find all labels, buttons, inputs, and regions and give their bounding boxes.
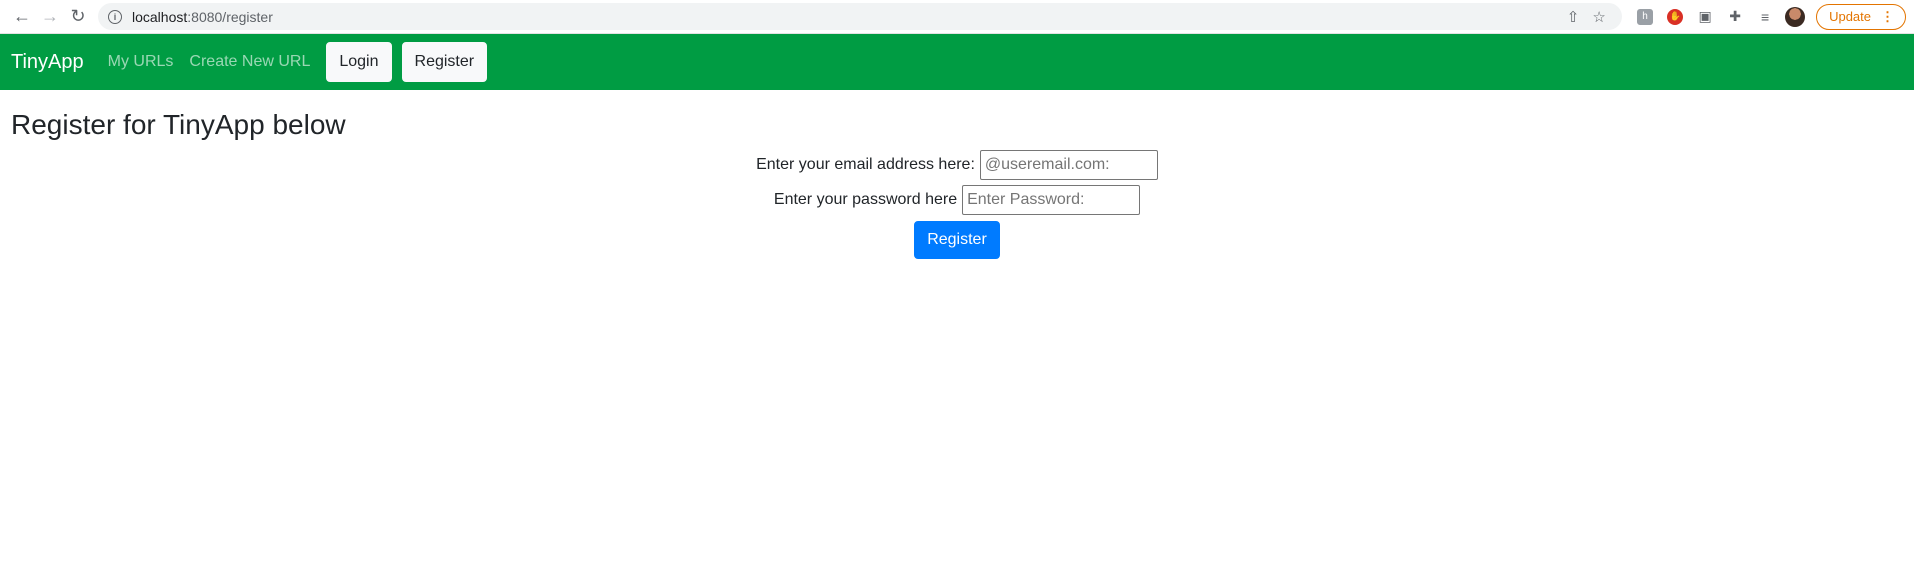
- reload-icon[interactable]: ↻: [64, 3, 92, 31]
- forward-arrow-icon[interactable]: →: [36, 3, 64, 31]
- browser-toolbar: ← → ↻ i localhost:8080/register ⇧ ☆ h ✋ …: [0, 0, 1914, 34]
- info-icon[interactable]: i: [108, 9, 122, 24]
- app-navbar: TinyApp My URLs Create New URL Login Reg…: [0, 34, 1914, 90]
- url-host: localhost: [132, 8, 188, 25]
- login-button[interactable]: Login: [326, 42, 392, 82]
- extension-icon[interactable]: ✚: [1722, 4, 1748, 30]
- page-title: Register for TinyApp below: [11, 109, 346, 140]
- screen-capture-icon[interactable]: ▣: [1692, 4, 1718, 30]
- nav-link-create-new-url[interactable]: Create New URL: [189, 53, 310, 71]
- password-field[interactable]: [962, 184, 1141, 215]
- nav-link-my-urls[interactable]: My URLs: [108, 53, 174, 71]
- main-content: Register for TinyApp below Enter your em…: [0, 90, 1914, 259]
- url-path: :8080/register: [187, 8, 273, 25]
- email-field[interactable]: [979, 149, 1158, 180]
- extension-square-icon[interactable]: h: [1632, 4, 1658, 30]
- share-icon[interactable]: ⇧: [1560, 6, 1586, 28]
- register-form: Enter your email address here: Enter you…: [11, 149, 1903, 259]
- update-button[interactable]: Update ⋮: [1816, 3, 1906, 30]
- brand-logo[interactable]: TinyApp: [11, 51, 84, 74]
- password-label: Enter your password here: [773, 190, 958, 208]
- navbar-register-button[interactable]: Register: [401, 42, 488, 82]
- playlist-icon[interactable]: ≡: [1752, 4, 1778, 30]
- password-row: Enter your password here: [773, 184, 1141, 215]
- update-label: Update: [1829, 9, 1871, 24]
- stop-extension-icon[interactable]: ✋: [1662, 4, 1688, 30]
- email-label: Enter your email address here:: [756, 155, 975, 173]
- star-icon[interactable]: ☆: [1586, 6, 1612, 28]
- back-arrow-icon[interactable]: ←: [8, 3, 36, 31]
- address-bar[interactable]: i localhost:8080/register ⇧ ☆: [98, 3, 1623, 30]
- register-submit-button[interactable]: Register: [914, 220, 1000, 259]
- avatar[interactable]: [1782, 4, 1808, 30]
- email-row: Enter your email address here:: [756, 149, 1158, 180]
- menu-dots-icon: ⋮: [1881, 8, 1894, 24]
